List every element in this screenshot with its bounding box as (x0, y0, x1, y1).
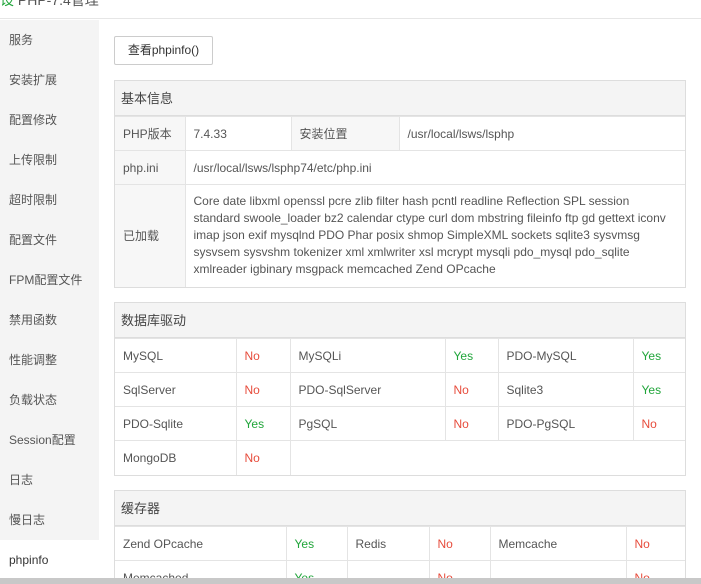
sidebar-item-upload-limit[interactable]: 上传限制 (0, 140, 99, 180)
table-row: SqlServer No PDO-SqlServer No Sqlite3 Ye… (115, 372, 685, 407)
cache-status: No (625, 526, 685, 561)
driver-name: PDO-PgSQL (497, 406, 634, 441)
sidebar-item-load-status[interactable]: 负载状态 (0, 380, 99, 420)
php-manager-window: 设 PHP-7.4管理 服务 安装扩展 配置修改 上传限制 超时限制 配置文件 … (0, 0, 701, 584)
table-row: PHP版本 7.4.33 安装位置 /usr/local/lsws/lsphp (115, 116, 685, 151)
cache-name (346, 560, 430, 578)
view-phpinfo-button[interactable]: 查看phpinfo() (114, 36, 213, 65)
cache-status: No (625, 560, 685, 578)
window-titlebar: 设 PHP-7.4管理 (0, 0, 701, 19)
driver-status: No (235, 372, 291, 407)
cache-name: Redis (346, 526, 430, 561)
php-ini-label: php.ini (115, 150, 186, 185)
database-drivers-title: 数据库驱动 (115, 303, 685, 338)
sidebar-item-disabled-functions[interactable]: 禁用函数 (0, 300, 99, 340)
sidebar-item-timeout-limit[interactable]: 超时限制 (0, 180, 99, 220)
driver-name: SqlServer (115, 372, 237, 407)
php-version-label: PHP版本 (115, 116, 186, 151)
cache-status: Yes (285, 560, 348, 578)
cache-title: 缓存器 (115, 491, 685, 526)
sidebar-item-install-extensions[interactable]: 安装扩展 (0, 60, 99, 100)
loaded-extensions-value: Core date libxml openssl pcre zlib filte… (184, 184, 685, 287)
driver-status: No (444, 372, 499, 407)
driver-status: Yes (632, 372, 685, 407)
cache-name: Memcache (489, 526, 627, 561)
sidebar-item-log[interactable]: 日志 (0, 460, 99, 500)
basic-info-section: 基本信息 PHP版本 7.4.33 安装位置 /usr/local/lsws/l… (114, 80, 686, 288)
table-row: 已加载 Core date libxml openssl pcre zlib f… (115, 184, 685, 287)
driver-status: No (632, 406, 685, 441)
driver-status: No (444, 406, 499, 441)
driver-name: PgSQL (289, 406, 446, 441)
basic-info-table: PHP版本 7.4.33 安装位置 /usr/local/lsws/lsphp … (115, 116, 685, 287)
install-location-value: /usr/local/lsws/lsphp (398, 116, 685, 151)
title-prefix: 设 (0, 0, 14, 8)
driver-name: PDO-MySQL (497, 338, 634, 373)
table-row: Memcached Yes No No (115, 560, 685, 578)
install-location-label: 安装位置 (290, 116, 400, 151)
sidebar-item-phpinfo[interactable]: phpinfo (0, 540, 99, 580)
driver-status: Yes (235, 406, 291, 441)
table-row: MongoDB No (115, 440, 685, 475)
driver-name: MySQL (115, 338, 237, 373)
sidebar-item-config-edit[interactable]: 配置修改 (0, 100, 99, 140)
cache-name: Memcached (115, 560, 287, 578)
database-drivers-table: MySQL No MySQLi Yes PDO-MySQL Yes SqlSer… (115, 338, 685, 475)
sidebar-item-fpm-config-file[interactable]: FPM配置文件 (0, 260, 99, 300)
main-panel: 查看phpinfo() 基本信息 PHP版本 7.4.33 安装位置 /usr/… (99, 20, 701, 578)
php-version-value: 7.4.33 (184, 116, 292, 151)
driver-status: Yes (632, 338, 685, 373)
basic-info-title: 基本信息 (115, 81, 685, 116)
table-row: php.ini /usr/local/lsws/lsphp74/etc/php.… (115, 150, 685, 185)
cache-name (489, 560, 627, 578)
title-text: PHP-7.4管理 (17, 0, 99, 8)
driver-name: PDO-SqlServer (289, 372, 446, 407)
table-row: Zend OPcache Yes Redis No Memcache No (115, 526, 685, 561)
cache-status: No (428, 526, 491, 561)
sidebar: 服务 安装扩展 配置修改 上传限制 超时限制 配置文件 FPM配置文件 禁用函数… (0, 20, 99, 584)
table-row: PDO-Sqlite Yes PgSQL No PDO-PgSQL No (115, 406, 685, 441)
driver-status: No (235, 338, 291, 373)
sidebar-item-config-file[interactable]: 配置文件 (0, 220, 99, 260)
sidebar-item-slow-log[interactable]: 慢日志 (0, 500, 99, 540)
cache-status: Yes (285, 526, 348, 561)
driver-name: Sqlite3 (497, 372, 634, 407)
cache-name: Zend OPcache (115, 526, 287, 561)
php-ini-value: /usr/local/lsws/lsphp74/etc/php.ini (184, 150, 685, 185)
cache-section: 缓存器 Zend OPcache Yes Redis No Memcache N… (114, 490, 686, 578)
sidebar-item-service[interactable]: 服务 (0, 20, 99, 60)
cache-table: Zend OPcache Yes Redis No Memcache No Me… (115, 526, 685, 578)
empty-cell (289, 440, 685, 475)
database-drivers-section: 数据库驱动 MySQL No MySQLi Yes PDO-MySQL Yes … (114, 302, 686, 476)
window-bottom-edge (0, 578, 701, 584)
cache-status: No (428, 560, 491, 578)
driver-name: PDO-Sqlite (115, 406, 237, 441)
driver-name: MySQLi (289, 338, 446, 373)
window-title: 设 PHP-7.4管理 (0, 0, 99, 10)
table-row: MySQL No MySQLi Yes PDO-MySQL Yes (115, 338, 685, 373)
sidebar-item-session-config[interactable]: Session配置 (0, 420, 99, 460)
loaded-extensions-label: 已加载 (115, 184, 186, 287)
driver-status: No (235, 440, 291, 475)
driver-status: Yes (444, 338, 499, 373)
driver-name: MongoDB (115, 440, 237, 475)
sidebar-item-performance-tuning[interactable]: 性能调整 (0, 340, 99, 380)
